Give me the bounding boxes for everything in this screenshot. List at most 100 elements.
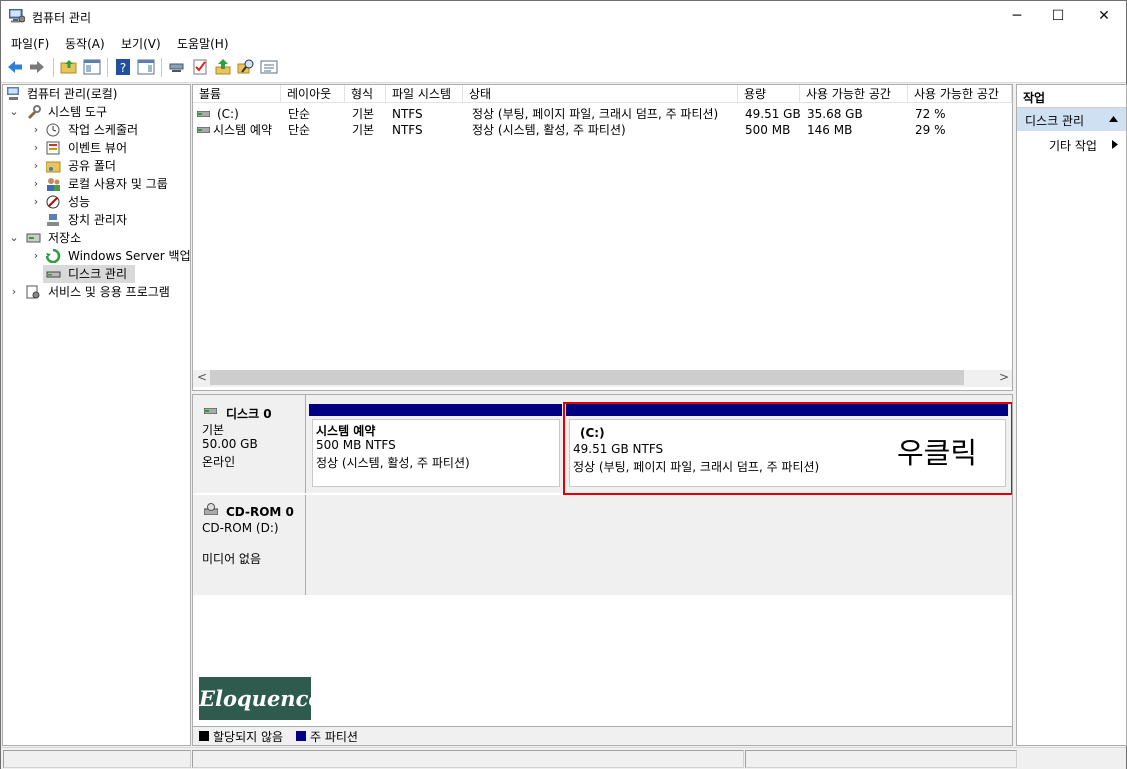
backup-icon — [46, 249, 61, 263]
table-row[interactable]: 시스템 예약 단순 기본 NTFS 정상 (시스템, 활성, 주 파티션) 50… — [193, 122, 1012, 138]
import-icon[interactable] — [214, 58, 232, 76]
col-header-file-system[interactable]: 파일 시스템 — [386, 85, 463, 103]
disk-0-type: 기본 — [202, 423, 225, 437]
table-row[interactable]: (C:) 단순 기본 NTFS 정상 (부팅, 페이지 파일, 크래시 덤프, … — [193, 106, 1012, 122]
menu-file[interactable]: 파일(F) — [11, 35, 49, 52]
storage-icon — [26, 233, 41, 243]
actions-title: 작업 — [1023, 91, 1046, 105]
col-header-type[interactable]: 형식 — [345, 85, 386, 103]
menu-view[interactable]: 보기(V) — [121, 35, 161, 52]
tree-label: Windows Server 백업 — [68, 249, 191, 263]
partition-body: 시스템 예약 500 MB NTFS 정상 (시스템, 활성, 주 파티션) — [312, 419, 560, 487]
horizontal-scrollbar[interactable]: < > — [193, 370, 1012, 387]
cdrom-0-media: 미디어 없음 — [202, 552, 262, 566]
menu-help[interactable]: 도움말(H) — [177, 35, 229, 52]
chevron-right-icon[interactable]: › — [31, 121, 41, 139]
col-header-volume[interactable]: 볼륨 — [193, 85, 281, 103]
disk-0-name: 디스크 0 — [226, 407, 272, 421]
partition-bar — [309, 404, 562, 416]
computer-management-icon — [9, 9, 25, 23]
actions-more-label: 기타 작업 — [1049, 139, 1097, 153]
chevron-down-icon[interactable]: ⌄ — [9, 229, 19, 247]
connect-icon[interactable] — [168, 58, 186, 76]
col-header-capacity[interactable]: 용량 — [738, 85, 800, 103]
col-header-free-space[interactable]: 사용 가능한 공간 — [800, 85, 908, 103]
chevron-right-icon[interactable]: › — [31, 175, 41, 193]
tree-label: 이벤트 뷰어 — [68, 141, 128, 155]
col-header-status[interactable]: 상태 — [463, 85, 738, 103]
tree-label: 로컬 사용자 및 그룹 — [68, 177, 168, 191]
up-folder-icon[interactable] — [60, 58, 78, 76]
services-icon — [26, 285, 40, 299]
chevron-right-icon[interactable]: › — [31, 247, 41, 265]
disk-0-row: 디스크 0 기본 50.00 GB 온라인 시스템 예약 500 MB NTFS… — [193, 395, 1012, 495]
cell-free-space: 146 MB — [807, 123, 853, 137]
col-header-layout[interactable]: 레이아웃 — [281, 85, 345, 103]
cdrom-0-name: CD-ROM 0 — [226, 505, 294, 519]
legend: 할당되지 않음 주 파티션 — [193, 726, 1012, 745]
actions-more[interactable]: 기타 작업 — [1017, 135, 1126, 155]
status-cell — [3, 750, 191, 768]
disk-0-status: 온라인 — [202, 455, 236, 469]
cell-status: 정상 (부팅, 페이지 파일, 크래시 덤프, 주 파티션) — [472, 107, 719, 121]
cell-type: 기본 — [352, 123, 375, 137]
scrollbar-thumb[interactable] — [210, 370, 964, 385]
cdrom-0-row: CD-ROM 0 CD-ROM (D:) 미디어 없음 — [193, 495, 1012, 595]
col-header-free-percent[interactable]: 사용 가능한 공간 — [908, 85, 1012, 103]
computer-management-window: 컴퓨터 관리 ─ ☐ ✕ 파일(F) 동작(A) 보기(V) 도움말(H) ? … — [0, 0, 1127, 769]
partition-system-reserved[interactable]: 시스템 예약 500 MB NTFS 정상 (시스템, 활성, 주 파티션) — [309, 404, 562, 490]
submenu-arrow-icon — [1112, 140, 1118, 149]
legend-unallocated-label: 할당되지 않음 — [213, 730, 284, 744]
chevron-right-icon[interactable]: › — [31, 139, 41, 157]
event-viewer-icon — [46, 141, 60, 155]
highlight-box — [563, 402, 1012, 495]
cell-capacity: 500 MB — [745, 123, 791, 137]
tree-label: 공유 폴더 — [68, 159, 116, 173]
chevron-right-icon[interactable]: › — [31, 193, 41, 211]
help-icon[interactable]: ? — [114, 58, 132, 76]
tree-item-disk-management[interactable]: 디스크 관리 — [43, 265, 135, 283]
disk-0-label[interactable]: 디스크 0 기본 50.00 GB 온라인 — [193, 395, 306, 493]
tree-label: 디스크 관리 — [68, 267, 128, 281]
close-button[interactable]: ✕ — [1081, 1, 1127, 31]
tree-label: 장치 관리자 — [68, 213, 128, 227]
show-hide-action-pane-icon[interactable] — [137, 58, 155, 76]
cell-type: 기본 — [352, 107, 375, 121]
properties-icon[interactable] — [260, 58, 278, 76]
disk-map-panel: 디스크 0 기본 50.00 GB 온라인 시스템 예약 500 MB NTFS… — [192, 394, 1013, 746]
cell-file-system: NTFS — [392, 123, 423, 137]
cell-volume: (C:) — [217, 107, 239, 121]
scroll-left-icon[interactable]: < — [197, 370, 207, 385]
checklist-icon[interactable] — [191, 58, 209, 76]
disk-icon — [204, 408, 217, 414]
maximize-button[interactable]: ☐ — [1035, 1, 1081, 31]
users-icon — [47, 178, 60, 191]
actions-section-disk-management[interactable]: 디스크 관리 — [1017, 108, 1126, 131]
show-hide-console-tree-icon[interactable] — [83, 58, 101, 76]
cell-capacity: 49.51 GB — [745, 107, 801, 121]
console-tree: 컴퓨터 관리(로컬) ⌄ 시스템 도구 › 작업 스케줄러 › 이벤트 뷰어 ›… — [2, 84, 191, 746]
minimize-button[interactable]: ─ — [994, 1, 1040, 31]
partition-status: 정상 (시스템, 활성, 주 파티션) — [316, 456, 470, 470]
back-arrow-icon[interactable] — [6, 58, 24, 76]
cdrom-icon — [204, 503, 218, 515]
chevron-down-icon[interactable]: ⌄ — [9, 103, 19, 121]
menu-bar: 파일(F) 동작(A) 보기(V) 도움말(H) — [1, 31, 1126, 53]
status-cell — [745, 750, 1017, 768]
toolbar: ? — [1, 53, 1126, 83]
cdrom-0-label[interactable]: CD-ROM 0 CD-ROM (D:) 미디어 없음 — [193, 495, 306, 595]
cell-free-percent: 29 % — [915, 123, 946, 137]
actions-header: 작업 — [1017, 85, 1126, 108]
forward-arrow-icon[interactable] — [28, 58, 46, 76]
menu-action[interactable]: 동작(A) — [65, 35, 105, 52]
tree-label: 서비스 및 응용 프로그램 — [48, 285, 170, 299]
actions-pane: 작업 디스크 관리 기타 작업 — [1016, 84, 1127, 746]
collapse-up-icon[interactable] — [1109, 116, 1118, 122]
search-folder-icon[interactable] — [237, 58, 255, 76]
chevron-right-icon[interactable]: › — [9, 283, 19, 301]
scroll-right-icon[interactable]: > — [999, 370, 1009, 385]
shared-folder-icon — [46, 161, 61, 173]
chevron-right-icon[interactable]: › — [31, 157, 41, 175]
cell-volume: 시스템 예약 — [213, 123, 273, 137]
volume-icon — [197, 127, 210, 133]
